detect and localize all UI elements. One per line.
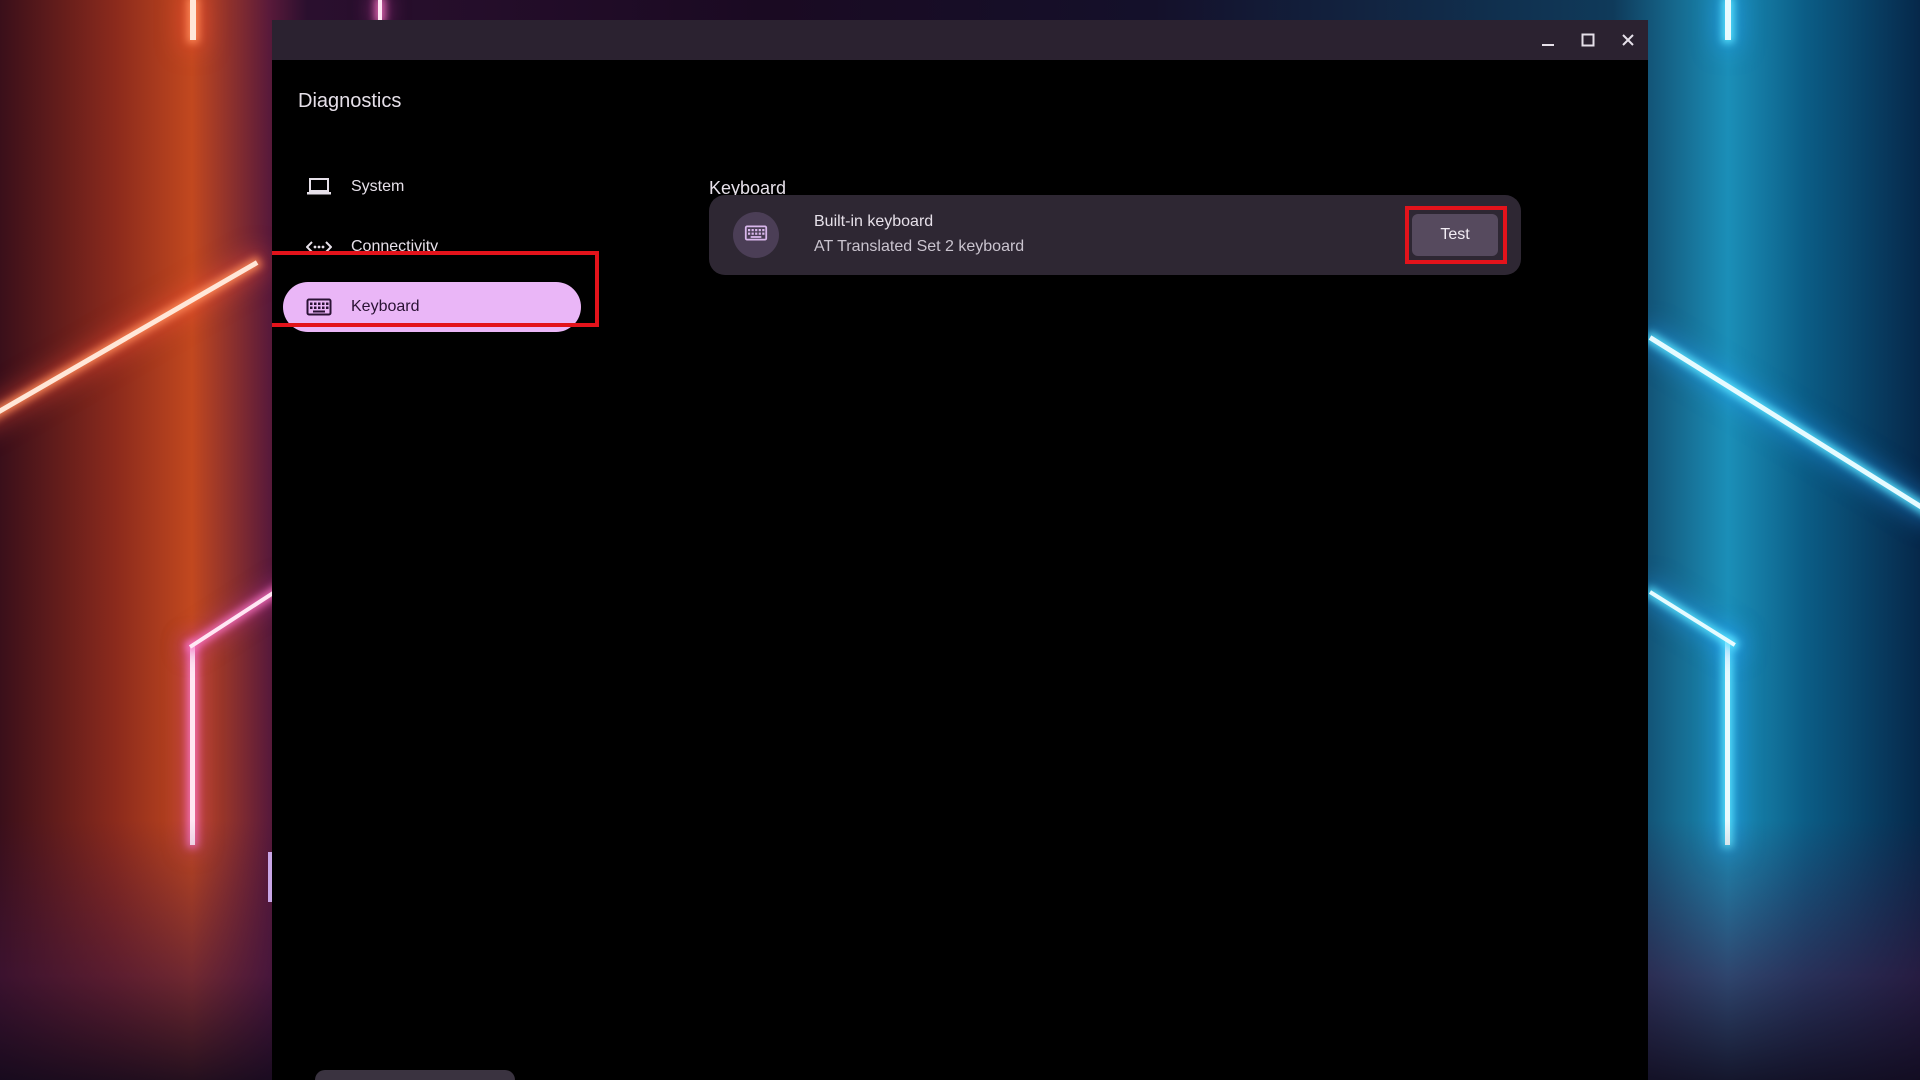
sidebar-item-connectivity[interactable]: Connectivity: [283, 222, 581, 272]
sidebar-item-keyboard[interactable]: Keyboard: [283, 282, 581, 332]
sidebar-item-label: Connectivity: [351, 238, 439, 255]
neon-line: [0, 260, 259, 425]
keyboard-icon: [744, 224, 768, 246]
minimize-button[interactable]: [1528, 20, 1568, 60]
device-name: Built-in keyboard: [814, 213, 934, 230]
test-button[interactable]: Test: [1412, 214, 1498, 256]
sidebar-item-label: System: [351, 178, 405, 195]
close-button[interactable]: [1608, 20, 1648, 60]
app-title: Diagnostics: [298, 90, 402, 112]
keyboard-icon: [305, 293, 333, 321]
sidebar-item-label: Keyboard: [351, 298, 420, 315]
maximize-button[interactable]: [1568, 20, 1608, 60]
neon-line: [1725, 640, 1730, 845]
laptop-icon: [305, 173, 333, 201]
device-icon-badge: [733, 212, 779, 258]
neon-line: [188, 585, 284, 649]
minimize-icon: [1540, 32, 1556, 48]
neon-line: [1648, 590, 1736, 647]
title-bar: [272, 20, 1648, 60]
maximize-icon: [1580, 32, 1596, 48]
device-subtitle: AT Translated Set 2 keyboard: [814, 238, 1025, 255]
neon-line: [1648, 335, 1920, 515]
device-card: Built-in keyboard AT Translated Set 2 ke…: [709, 195, 1521, 275]
diagnostics-window: Diagnostics System Connectivity Keyboard…: [272, 20, 1648, 1080]
sidebar-item-system[interactable]: System: [283, 162, 581, 212]
bottom-scroll-pill: [315, 1070, 515, 1080]
neon-line: [378, 0, 382, 20]
connectivity-icon: [305, 233, 333, 261]
neon-line: [1725, 0, 1731, 40]
neon-line: [190, 0, 196, 40]
close-icon: [1620, 32, 1636, 48]
neon-line: [190, 645, 195, 845]
